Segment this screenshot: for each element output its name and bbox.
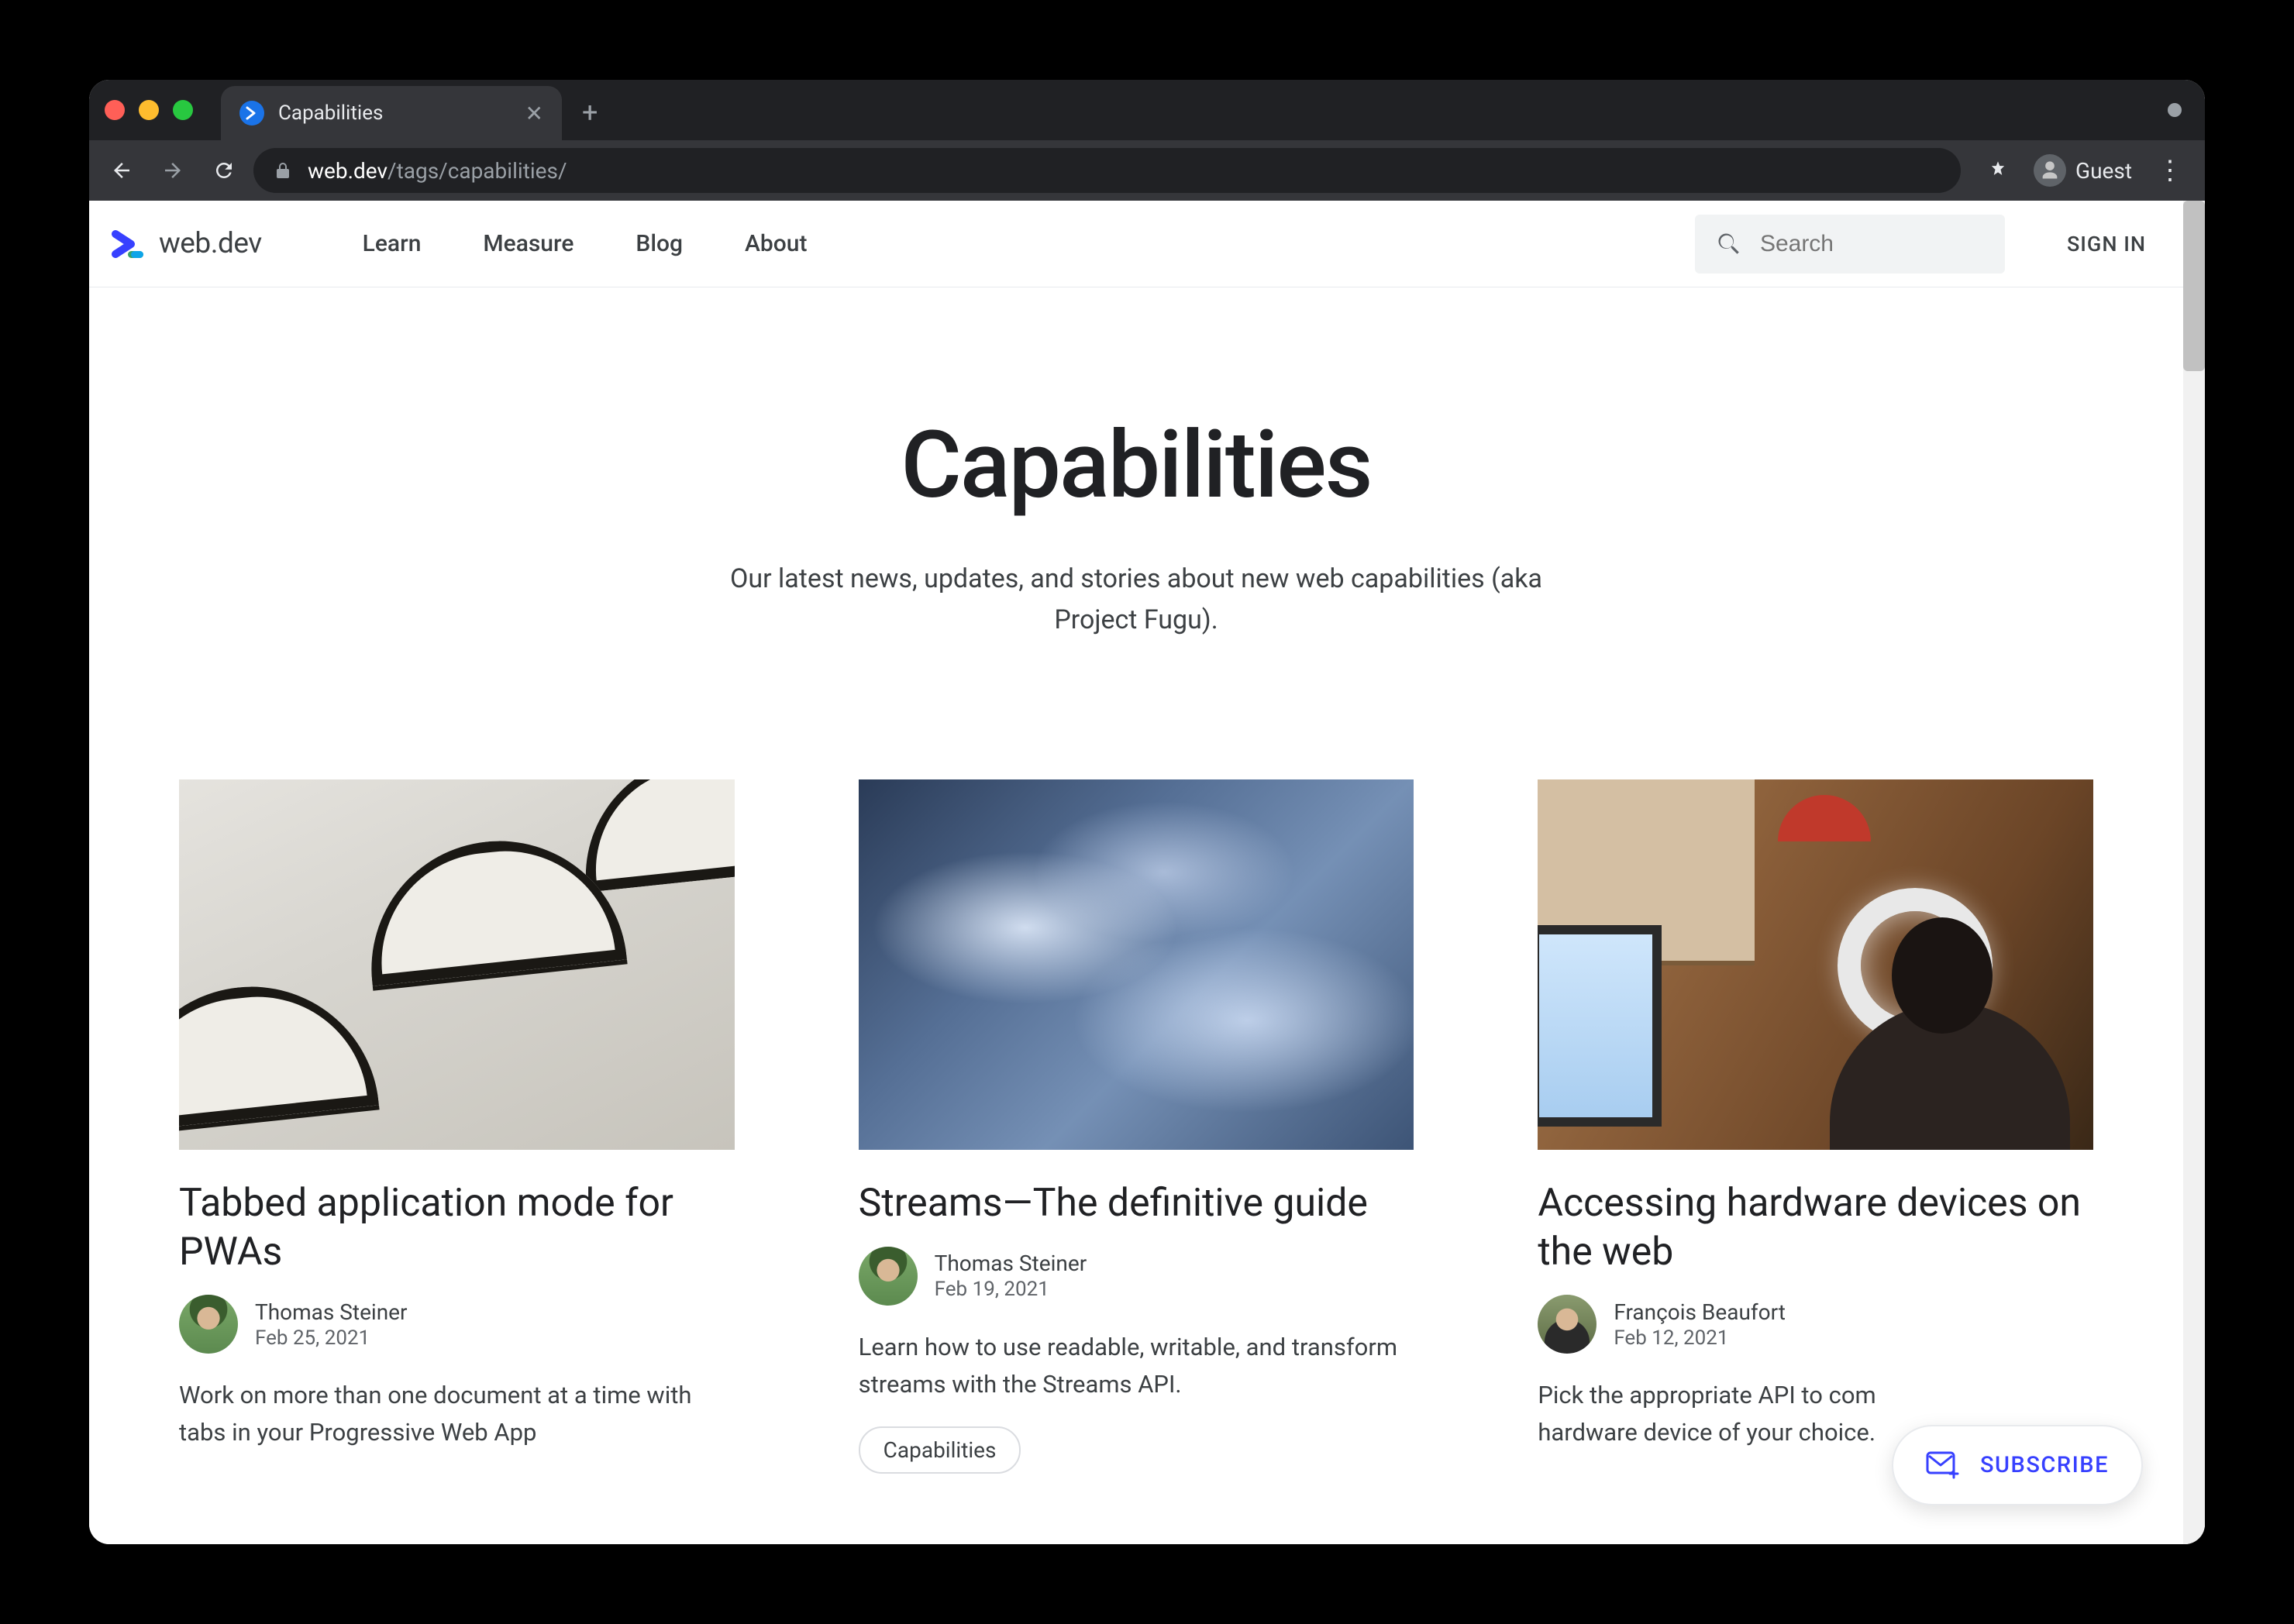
window-controls xyxy=(105,100,193,120)
hero: Capabilities Our latest news, updates, a… xyxy=(89,287,2183,779)
subscribe-button[interactable]: SUBSCRIBE xyxy=(1892,1425,2143,1505)
nav-measure[interactable]: Measure xyxy=(483,230,574,257)
author-name[interactable]: Thomas Steiner xyxy=(935,1251,1087,1276)
tab-title: Capabilities xyxy=(278,102,512,125)
browser-chrome: Capabilities ✕ + web.dev/tags/capabiliti… xyxy=(89,80,2205,201)
forward-button[interactable] xyxy=(151,149,195,192)
tab-favicon-icon xyxy=(239,101,264,126)
author-name[interactable]: François Beaufort xyxy=(1614,1299,1786,1325)
mail-plus-icon xyxy=(1926,1451,1960,1479)
article-card: Tabbed application mode for PWAs Thomas … xyxy=(179,779,735,1474)
profile-button[interactable]: Guest xyxy=(2027,154,2138,187)
browser-tab[interactable]: Capabilities ✕ xyxy=(221,86,562,140)
url-path: /tags/capabilities/ xyxy=(388,158,567,184)
browser-window: Capabilities ✕ + web.dev/tags/capabiliti… xyxy=(89,80,2205,1544)
article-title[interactable]: Accessing hardware devices on the web xyxy=(1538,1179,2093,1276)
article-desc-line1: Pick the appropriate API to com xyxy=(1538,1381,1876,1409)
article-date: Feb 25, 2021 xyxy=(255,1326,408,1350)
nav-learn[interactable]: Learn xyxy=(363,230,422,257)
search-input[interactable] xyxy=(1760,231,2059,257)
author-row: François Beaufort Feb 12, 2021 xyxy=(1538,1295,2093,1354)
main-nav: Learn Measure Blog About xyxy=(363,230,808,257)
address-bar[interactable]: web.dev/tags/capabilities/ xyxy=(253,148,1961,193)
lock-icon xyxy=(274,161,292,180)
author-meta: François Beaufort Feb 12, 2021 xyxy=(1614,1299,1786,1350)
extensions-button[interactable] xyxy=(1976,149,2020,192)
site-search[interactable] xyxy=(1695,215,2005,274)
signin-button[interactable]: SIGN IN xyxy=(2067,232,2146,256)
author-row: Thomas Steiner Feb 25, 2021 xyxy=(179,1295,735,1354)
article-desc-line2: hardware device of your choice. xyxy=(1538,1418,1876,1447)
author-avatar[interactable] xyxy=(859,1247,918,1306)
url-host: web.dev xyxy=(308,158,388,184)
scrollbar-thumb[interactable] xyxy=(2183,201,2205,371)
nav-about[interactable]: About xyxy=(745,230,807,257)
author-meta: Thomas Steiner Feb 25, 2021 xyxy=(255,1299,408,1350)
tab-close-button[interactable]: ✕ xyxy=(525,101,543,126)
logo-mark-icon xyxy=(111,226,146,262)
minimize-window-button[interactable] xyxy=(139,100,159,120)
page-title: Capabilities xyxy=(151,411,2121,520)
article-date: Feb 12, 2021 xyxy=(1614,1326,1786,1350)
nav-blog[interactable]: Blog xyxy=(636,230,683,257)
new-tab-button[interactable]: + xyxy=(574,96,605,129)
article-desc: Learn how to use readable, writable, and… xyxy=(859,1329,1414,1403)
article-image[interactable] xyxy=(859,779,1414,1150)
maximize-window-button[interactable] xyxy=(173,100,193,120)
article-title[interactable]: Streams—The definitive guide xyxy=(859,1179,1414,1228)
browser-toolbar: web.dev/tags/capabilities/ Guest ⋮ xyxy=(89,140,2205,201)
guest-avatar-icon xyxy=(2034,154,2066,187)
reload-button[interactable] xyxy=(202,149,246,192)
vertical-scrollbar[interactable] xyxy=(2183,201,2205,1544)
article-desc: Work on more than one document at a time… xyxy=(179,1377,735,1451)
subscribe-label: SUBSCRIBE xyxy=(1980,1452,2109,1478)
author-name[interactable]: Thomas Steiner xyxy=(255,1299,408,1325)
author-row: Thomas Steiner Feb 19, 2021 xyxy=(859,1247,1414,1306)
page-subtitle: Our latest news, updates, and stories ab… xyxy=(698,559,1574,640)
toolbar-right: Guest ⋮ xyxy=(1968,149,2194,192)
tag-chip[interactable]: Capabilities xyxy=(859,1426,1021,1474)
tab-overflow-icon[interactable] xyxy=(2168,103,2182,117)
author-avatar[interactable] xyxy=(1538,1295,1596,1354)
guest-label: Guest xyxy=(2075,158,2132,184)
back-button[interactable] xyxy=(100,149,143,192)
tab-strip: Capabilities ✕ + xyxy=(89,80,2205,140)
chrome-menu-button[interactable]: ⋮ xyxy=(2146,155,2194,186)
page-content: web.dev Learn Measure Blog About SIGN IN xyxy=(89,201,2183,1544)
url-text: web.dev/tags/capabilities/ xyxy=(308,158,567,184)
article-card: Accessing hardware devices on the web Fr… xyxy=(1538,779,2093,1474)
logo-text: web.dev xyxy=(159,227,262,260)
article-image[interactable] xyxy=(179,779,735,1150)
search-icon xyxy=(1715,230,1743,258)
article-date: Feb 19, 2021 xyxy=(935,1278,1087,1301)
site-logo[interactable]: web.dev xyxy=(111,226,262,262)
article-card: Streams—The definitive guide Thomas Stei… xyxy=(859,779,1414,1474)
site-header: web.dev Learn Measure Blog About SIGN IN xyxy=(89,201,2183,287)
article-image[interactable] xyxy=(1538,779,2093,1150)
page-viewport: web.dev Learn Measure Blog About SIGN IN xyxy=(89,201,2205,1544)
author-avatar[interactable] xyxy=(179,1295,238,1354)
article-grid: Tabbed application mode for PWAs Thomas … xyxy=(89,779,2183,1474)
author-meta: Thomas Steiner Feb 19, 2021 xyxy=(935,1251,1087,1301)
close-window-button[interactable] xyxy=(105,100,125,120)
article-title[interactable]: Tabbed application mode for PWAs xyxy=(179,1179,735,1276)
